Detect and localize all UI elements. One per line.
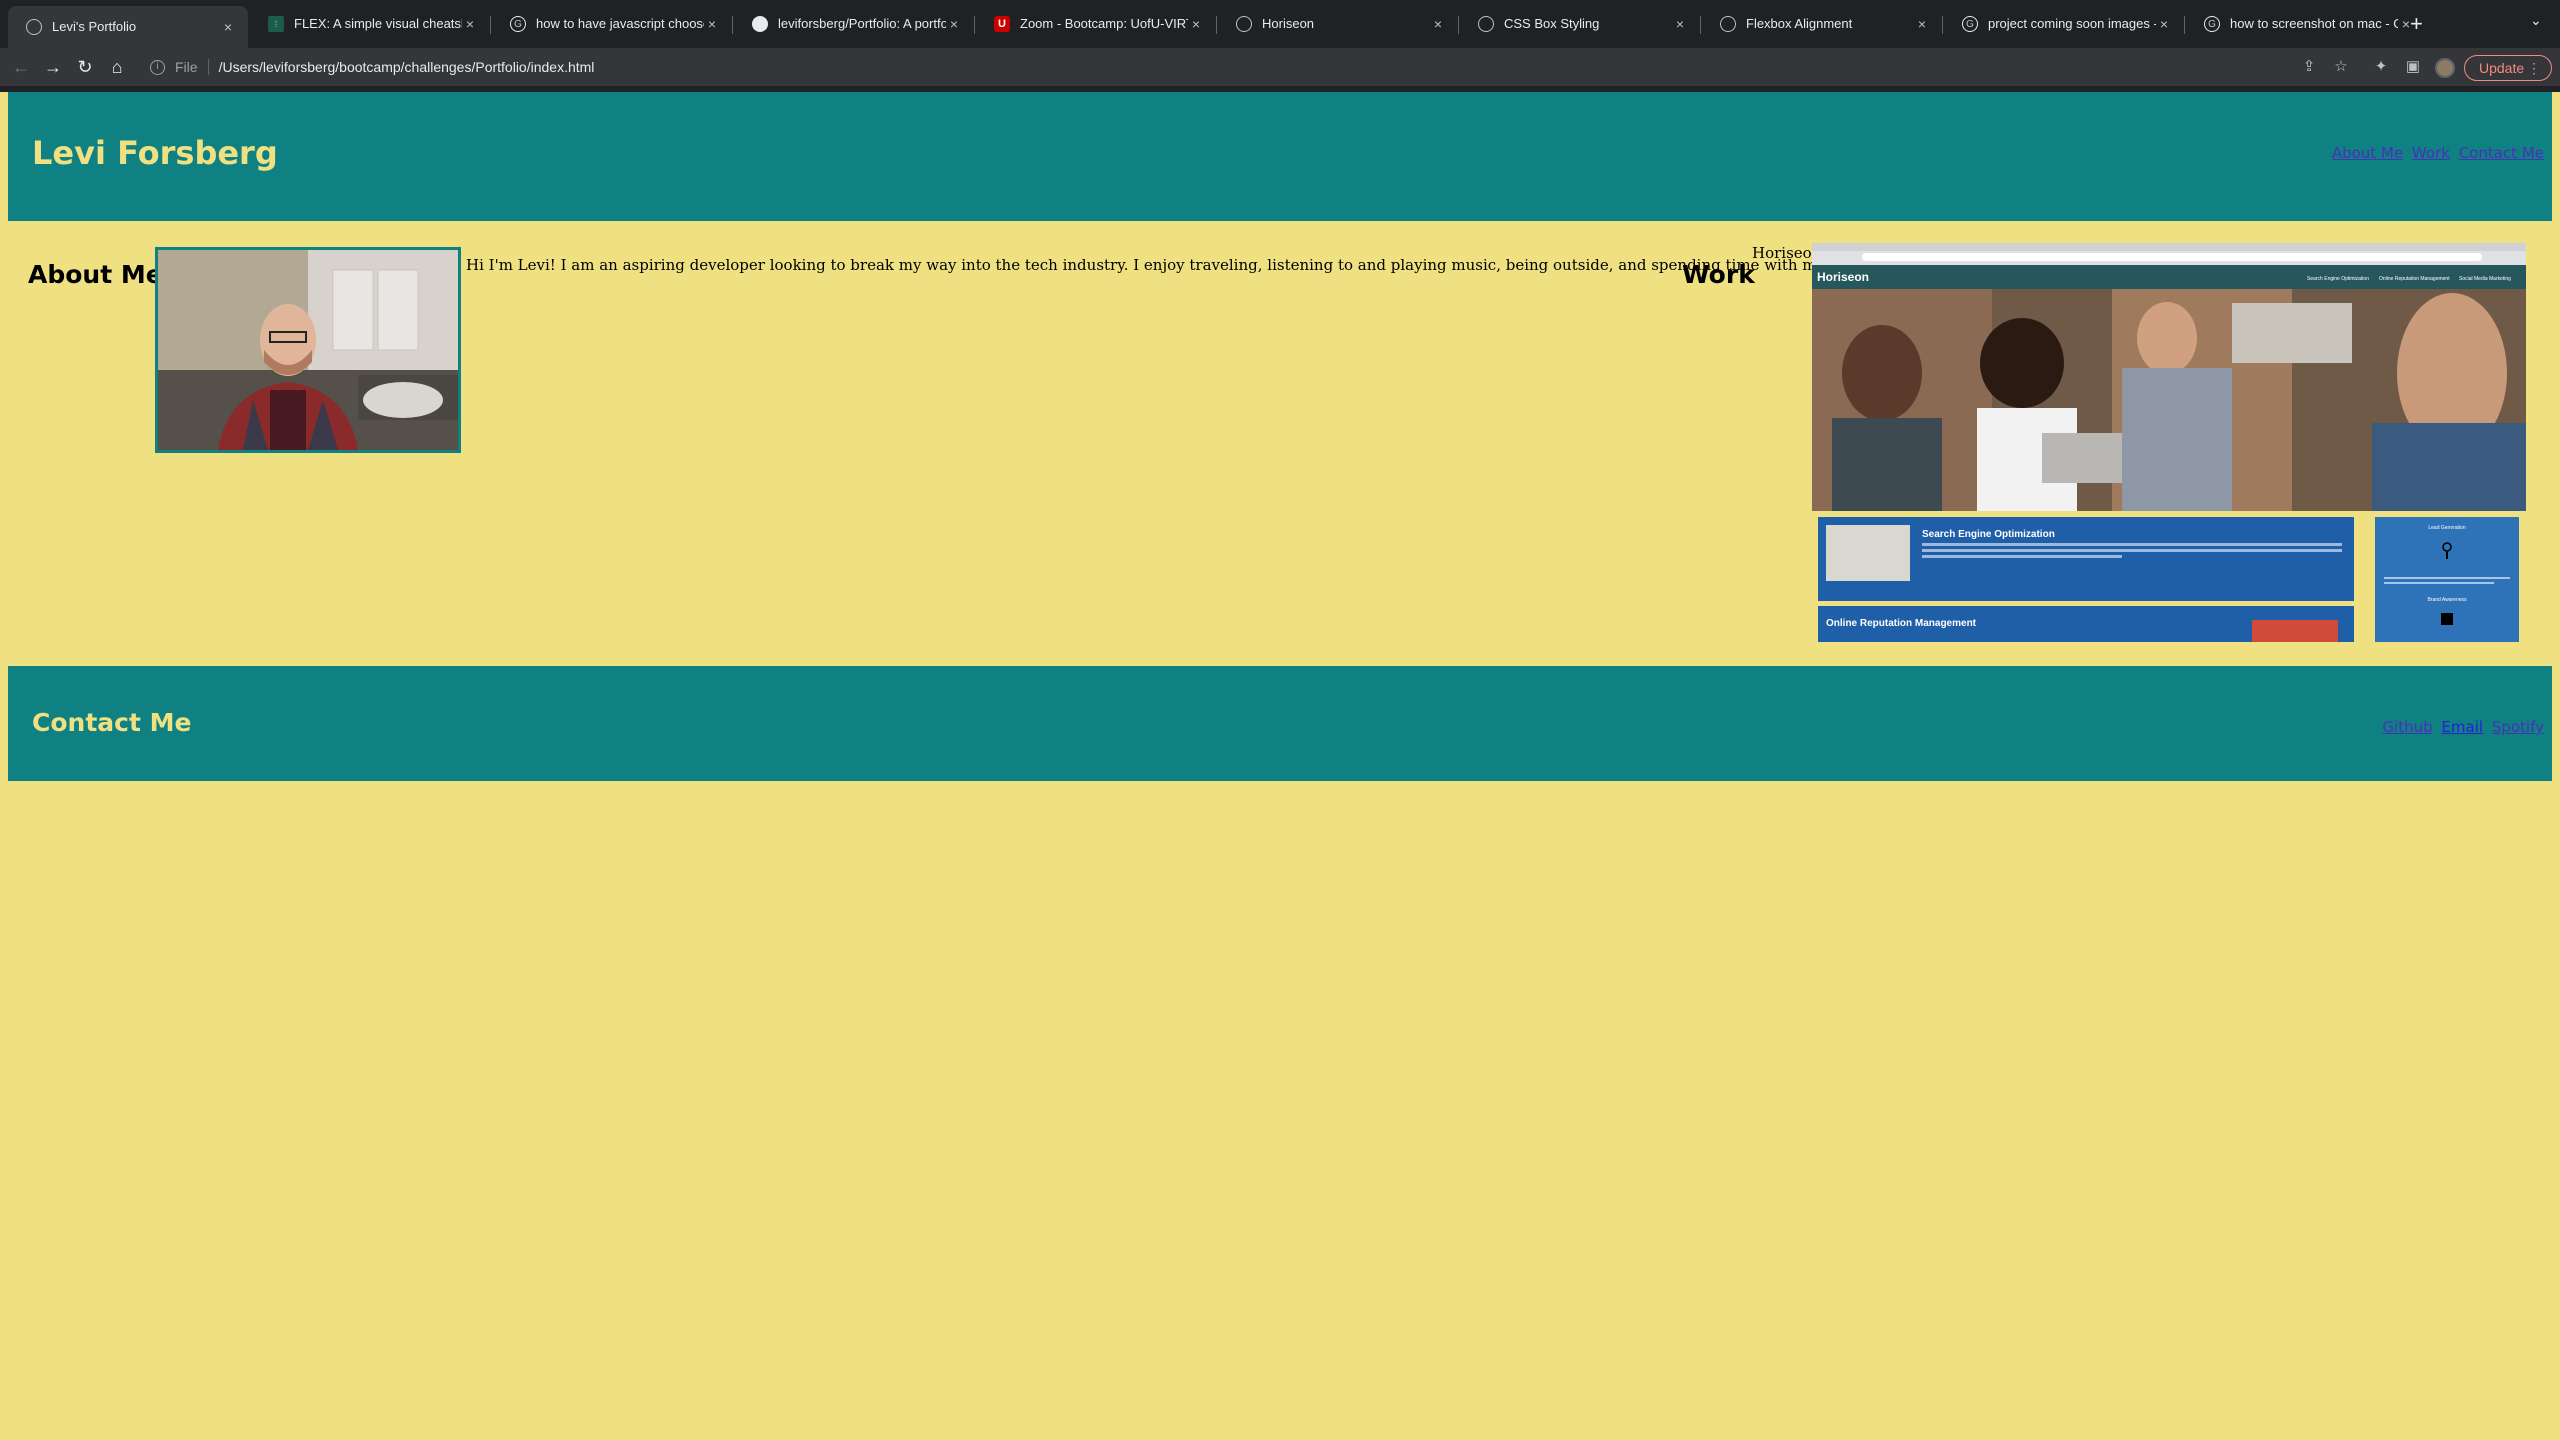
about-heading: About Me — [28, 260, 163, 289]
address-bar[interactable]: i File /Users/leviforsberg/bootcamp/chal… — [142, 54, 2442, 80]
preview-nav-3: Social Media Marketing — [2459, 276, 2511, 282]
tab-close-icon[interactable]: × — [1188, 16, 1204, 32]
tab-separator — [1216, 16, 1217, 34]
tab-title: Horiseon — [1262, 16, 1315, 31]
tab-close-icon[interactable]: × — [1672, 16, 1688, 32]
browser-tab[interactable]: Ghow to screenshot on mac - Go × — [2186, 8, 2426, 40]
share-icon[interactable]: ⇪ — [2300, 58, 2318, 76]
google-icon: G — [1962, 16, 1978, 32]
site-nav: About Me Work Contact Me — [2328, 144, 2544, 162]
tab-close-icon[interactable]: × — [1914, 16, 1930, 32]
flex-icon: ⁞ — [268, 16, 284, 32]
update-label: Update — [2479, 60, 2525, 76]
browser-tab[interactable]: CSS Box Styling × — [1460, 8, 1700, 40]
url-text[interactable]: /Users/leviforsberg/bootcamp/challenges/… — [219, 59, 595, 75]
github-icon — [752, 16, 768, 32]
nav-link-contact[interactable]: Contact Me — [2459, 144, 2544, 162]
tab-close-icon[interactable]: × — [220, 19, 236, 35]
tab-search-chevron-icon[interactable]: ⌄ — [2530, 12, 2542, 29]
reload-icon[interactable]: ↻ — [74, 56, 96, 78]
tab-title: FLEX: A simple visual cheatshe — [294, 16, 462, 31]
contact-links: Github Email Spotify — [2378, 718, 2544, 736]
back-arrow-icon[interactable]: ← — [10, 56, 32, 78]
site-title: Levi Forsberg — [32, 134, 278, 172]
globe-icon — [26, 19, 42, 35]
tab-title: how to screenshot on mac - Go — [2230, 16, 2398, 31]
contact-link-email[interactable]: Email — [2441, 718, 2483, 736]
tab-separator — [2184, 16, 2185, 34]
tab-separator — [1458, 16, 1459, 34]
tab-title: project coming soon images - G — [1988, 16, 2156, 31]
tab-close-icon[interactable]: × — [1430, 16, 1446, 32]
extensions-puzzle-icon[interactable]: ✦ — [2372, 58, 2390, 76]
browser-toolbar: ← → ↻ ⌂ i File /Users/leviforsberg/bootc… — [0, 48, 2560, 86]
contact-heading: Contact Me — [32, 708, 192, 737]
site-info-icon[interactable]: i — [150, 59, 165, 75]
tab-separator — [490, 16, 491, 34]
tab-close-icon[interactable]: × — [462, 16, 478, 32]
update-button[interactable]: Update ⋮ — [2464, 55, 2552, 81]
tab-close-icon[interactable]: × — [704, 16, 720, 32]
browser-tab[interactable]: Levi's Portfolio × — [8, 6, 248, 48]
tab-strip: Levi's Portfolio × ⁞ FLEX: A simple visual … — [0, 0, 2560, 48]
tab-close-icon[interactable]: × — [946, 16, 962, 32]
tab-title: Flexbox Alignment — [1746, 16, 1853, 31]
tab-separator — [1700, 16, 1701, 34]
more-menu-icon[interactable]: ⋮ — [2527, 56, 2541, 80]
project-screenshot-horiseon[interactable]: Horiseon Search Engine Optimization Onli… — [1812, 243, 2526, 642]
preview-nav-1: Search Engine Optimization — [2307, 276, 2369, 282]
preview-card-2: Online Reputation Management — [1826, 618, 1977, 629]
preview-aside-2: Brand Awareness — [2427, 597, 2467, 603]
globe-icon — [1478, 16, 1494, 32]
browser-tab[interactable]: Gproject coming soon images - G × — [1944, 8, 2184, 40]
globe-icon — [1720, 16, 1736, 32]
zoom-icon: U — [994, 16, 1010, 32]
bookmark-star-icon[interactable]: ☆ — [2332, 58, 2350, 76]
about-text: Hi I'm Levi! I am an aspiring developer … — [466, 256, 1880, 274]
google-icon: G — [510, 16, 526, 32]
profile-avatar[interactable] — [2435, 58, 2455, 78]
browser-tab[interactable]: leviforsberg/Portfolio: A portfol × — [734, 8, 974, 40]
preview-brand: Horiseon — [1817, 270, 1869, 284]
tab-close-icon[interactable]: × — [2156, 16, 2172, 32]
tab-title: Levi's Portfolio — [52, 19, 137, 34]
new-tab-button[interactable]: + — [2410, 12, 2423, 36]
tab-title: how to have javascript choose — [536, 16, 704, 31]
globe-icon — [1236, 16, 1252, 32]
webpage: Levi Forsberg About Me Work Contact Me A… — [0, 92, 2560, 1440]
address-divider — [207, 59, 209, 75]
work-heading: Work — [1682, 260, 1755, 289]
tab-separator — [1942, 16, 1943, 34]
contact-link-github[interactable]: Github — [2382, 718, 2432, 736]
browser-tab[interactable]: Flexbox Alignment × — [1702, 8, 1942, 40]
profile-photo — [155, 247, 461, 453]
site-footer: Contact Me Github Email Spotify — [8, 666, 2552, 781]
home-icon[interactable]: ⌂ — [106, 56, 128, 78]
forward-arrow-icon[interactable]: → — [42, 56, 64, 78]
tab-title: leviforsberg/Portfolio: A portfol — [778, 16, 946, 31]
nav-link-work[interactable]: Work — [2412, 144, 2450, 162]
preview-nav-2: Online Reputation Management — [2379, 276, 2450, 282]
preview-card-1: Search Engine Optimization — [1922, 529, 2055, 540]
tab-title: Zoom - Bootcamp: UofU-VIRT — [1020, 16, 1188, 31]
tab-separator — [732, 16, 733, 34]
nav-link-about[interactable]: About Me — [2332, 144, 2403, 162]
side-panel-icon[interactable]: ▣ — [2404, 58, 2422, 76]
browser-tab[interactable]: U Zoom - Bootcamp: UofU-VIRT × — [976, 8, 1216, 40]
url-scheme: File — [175, 59, 198, 75]
site-header: Levi Forsberg About Me Work Contact Me — [8, 92, 2552, 221]
contact-link-spotify[interactable]: Spotify — [2492, 718, 2544, 736]
preview-aside-1: Lead Generation — [2428, 525, 2465, 531]
tab-title: CSS Box Styling — [1504, 16, 1600, 31]
browser-tab[interactable]: ⁞ FLEX: A simple visual cheatshe × — [250, 8, 490, 40]
google-icon: G — [2204, 16, 2220, 32]
browser-tab[interactable]: Ghow to have javascript choose × — [492, 8, 732, 40]
browser-tab[interactable]: Horiseon × — [1218, 8, 1458, 40]
project-caption: Horiseon — [1752, 244, 1822, 262]
tab-separator — [974, 16, 975, 34]
